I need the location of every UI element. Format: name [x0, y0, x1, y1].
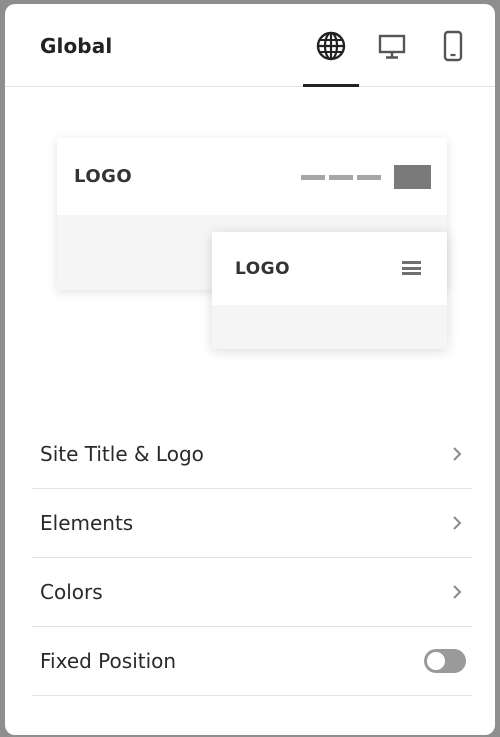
- nav-link-placeholder: [301, 175, 325, 180]
- mobile-preview-bar: LOGO: [212, 232, 447, 305]
- nav-link-placeholder: [357, 175, 381, 180]
- menu-item-elements[interactable]: Elements: [32, 489, 472, 558]
- menu-item-fixed-position: Fixed Position: [32, 627, 472, 696]
- toggle-knob: [427, 652, 445, 670]
- fixed-position-toggle[interactable]: [424, 649, 466, 673]
- desktop-preview-bar: LOGO: [57, 138, 447, 215]
- chevron-right-icon: [453, 516, 462, 530]
- header-settings-panel: Global LOGO LOGO Site Title & Logo Eleme…: [5, 4, 495, 735]
- tab-global[interactable]: [309, 24, 353, 68]
- globe-icon: [316, 31, 346, 61]
- mobile-preview-logo: LOGO: [235, 259, 291, 279]
- menu-item-label: Colors: [40, 580, 103, 604]
- active-tab-indicator: [303, 84, 359, 87]
- tab-desktop[interactable]: [370, 24, 414, 68]
- menu-item-label: Fixed Position: [40, 649, 177, 673]
- menu-item-colors[interactable]: Colors: [32, 558, 472, 627]
- menu-item-site-title-logo[interactable]: Site Title & Logo: [32, 420, 472, 489]
- tab-mobile[interactable]: [431, 24, 475, 68]
- panel-title: Global: [40, 34, 113, 58]
- nav-link-placeholder: [329, 175, 353, 180]
- hamburger-icon: [402, 261, 421, 275]
- mobile-header-preview: LOGO: [212, 232, 447, 349]
- menu-item-label: Elements: [40, 511, 134, 535]
- panel-header: Global: [5, 4, 495, 87]
- chevron-right-icon: [453, 447, 462, 461]
- desktop-preview-logo: LOGO: [74, 166, 133, 187]
- menu-item-label: Site Title & Logo: [40, 442, 204, 466]
- nav-button-placeholder: [394, 165, 431, 189]
- chevron-right-icon: [453, 585, 462, 599]
- settings-menu: Site Title & Logo Elements Colors Fixed …: [32, 420, 472, 696]
- desktop-icon: [378, 34, 406, 59]
- mobile-icon: [443, 30, 463, 62]
